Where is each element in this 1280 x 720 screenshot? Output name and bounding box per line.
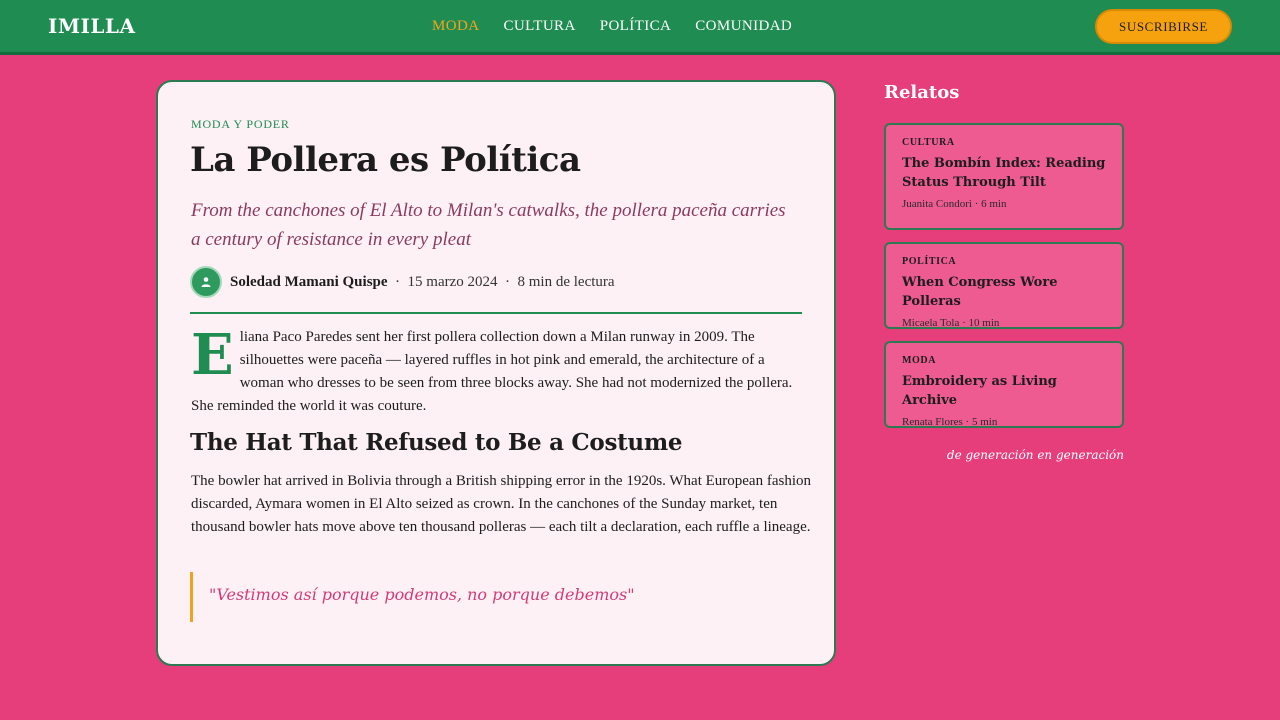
sidebar-title: Relatos bbox=[884, 82, 960, 103]
article-paragraph: E liana Paco Paredes sent her first poll… bbox=[191, 326, 803, 418]
story-meta: Juanita Condori · 6 min bbox=[902, 198, 1007, 210]
story-category: MODA bbox=[902, 355, 937, 366]
sidebar-tagline: de generación en generación bbox=[946, 448, 1124, 462]
meta-separator: · bbox=[387, 274, 408, 290]
story-card[interactable]: CULTURA The Bombín Index: Reading Status… bbox=[884, 123, 1124, 230]
site-logo[interactable]: IMILLA bbox=[48, 14, 136, 38]
story-card[interactable]: POLÍTICA When Congress Wore Polleras Mic… bbox=[884, 242, 1124, 329]
pull-quote: "Vestimos así porque podemos, no porque … bbox=[190, 572, 770, 622]
article-paragraph: The bowler hat arrived in Bolivia throug… bbox=[191, 473, 812, 535]
subscribe-button[interactable]: SUSCRIBIRSE bbox=[1095, 9, 1232, 44]
section-heading: The Hat That Refused to Be a Costume bbox=[190, 429, 683, 456]
story-meta: Renata Flores · 5 min bbox=[902, 416, 998, 428]
author-name[interactable]: Soledad Mamani Quispe bbox=[230, 274, 388, 291]
nav-item-cultura[interactable]: CULTURA bbox=[503, 17, 575, 35]
read-time: 8 min de lectura bbox=[517, 274, 615, 290]
article-card: MODA Y PODER La Pollera es Política From… bbox=[156, 80, 836, 666]
main-nav: MODA CULTURA POLÍTICA COMUNIDAD bbox=[432, 17, 792, 35]
story-title[interactable]: When Congress Wore Polleras bbox=[902, 273, 1106, 311]
avatar[interactable] bbox=[190, 266, 222, 298]
article-byline: Soledad Mamani Quispe · 15 marzo 2024 · … bbox=[190, 266, 802, 314]
nav-item-moda[interactable]: MODA bbox=[432, 17, 479, 35]
story-card[interactable]: MODA Embroidery as Living Archive Renata… bbox=[884, 341, 1124, 428]
story-title[interactable]: Embroidery as Living Archive bbox=[902, 372, 1106, 410]
user-icon bbox=[201, 277, 211, 287]
publish-date: 15 marzo 2024 bbox=[407, 274, 498, 290]
article-dek: From the canchones of El Alto to Milan's… bbox=[191, 200, 786, 250]
paragraph-text: liana Paco Paredes sent her first poller… bbox=[191, 329, 793, 414]
story-category: CULTURA bbox=[902, 137, 955, 148]
story-category: POLÍTICA bbox=[902, 256, 957, 267]
top-navbar: IMILLA MODA CULTURA POLÍTICA COMUNIDAD S… bbox=[0, 0, 1280, 55]
article-title: La Pollera es Política bbox=[190, 140, 581, 180]
story-meta: Micaela Tola · 10 min bbox=[902, 317, 1000, 329]
meta-separator: · bbox=[497, 274, 518, 290]
story-title[interactable]: The Bombín Index: Reading Status Through… bbox=[902, 154, 1106, 192]
nav-item-comunidad[interactable]: COMUNIDAD bbox=[695, 17, 792, 35]
drop-cap: E bbox=[191, 322, 234, 388]
article-kicker[interactable]: MODA Y PODER bbox=[191, 117, 290, 132]
nav-item-politica[interactable]: POLÍTICA bbox=[600, 17, 672, 35]
